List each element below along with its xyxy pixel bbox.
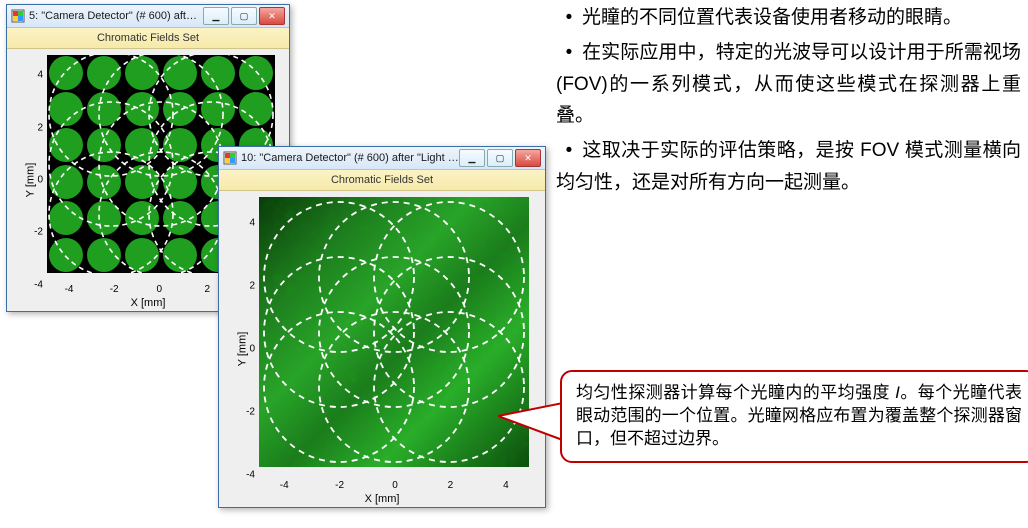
y-tick: -2 [34,227,43,238]
maximize-button[interactable]: ▢ [487,149,513,167]
x-axis-label: X [mm] [365,493,400,505]
x-tick: -2 [335,480,344,491]
x-tick: -4 [65,284,74,295]
minimize-button[interactable]: ▁ [203,7,229,25]
window-buttons: ▁ ▢ ✕ [459,149,541,167]
bullet-icon: • [556,135,582,166]
y-axis-label: Y [mm] [236,332,248,367]
plot-title: Chromatic Fields Set [7,27,289,49]
callout-var-I: I [890,383,900,402]
y-axis: Y [mm] 4 2 0 -2 -4 [219,191,257,507]
bullet-3: 这取决于实际的评估策略，是按 FOV 模式测量横向均匀性，还是对所有方向一起测量… [556,140,1021,192]
titlebar-1[interactable]: 5: "Camera Detector" (# 600) after "Ligh… [7,5,289,27]
y-axis: Y [mm] 4 2 0 -2 -4 [7,49,45,311]
x-tick: 0 [156,284,162,295]
bullet-1: 光瞳的不同位置代表设备使用者移动的眼睛。 [582,7,962,28]
app-icon [11,9,25,23]
close-button[interactable]: ✕ [259,7,285,25]
plot-title: Chromatic Fields Set [219,169,545,191]
minimize-button[interactable]: ▁ [459,149,485,167]
y-tick: 4 [249,217,255,228]
y-tick: 0 [249,344,255,355]
x-tick: -4 [280,480,289,491]
x-tick: 2 [204,284,210,295]
callout-text-a: 均匀性探测器计算每个光瞳内的平均强度 [576,383,890,402]
x-tick: 2 [448,480,454,491]
bullet-icon: • [556,37,582,68]
plot-area-2[interactable]: Y [mm] 4 2 0 -2 -4 -4 -2 0 2 4 [219,191,545,507]
titlebar-2[interactable]: 10: "Camera Detector" (# 600) after "Lig… [219,147,545,169]
y-tick: 0 [37,175,43,186]
window-title: 5: "Camera Detector" (# 600) after "Ligh… [29,10,203,22]
bullet-2: 在实际应用中，特定的光波导可以设计用于所需视场(FOV)的一系列模式，从而使这些… [556,42,1021,126]
x-axis-label: X [mm] [131,297,166,309]
y-tick: -2 [246,407,255,418]
window-title: 10: "Camera Detector" (# 600) after "Lig… [241,152,459,164]
description-text: •光瞳的不同位置代表设备使用者移动的眼睛。 •在实际应用中，特定的光波导可以设计… [556,2,1021,202]
plot-canvas-2 [259,197,529,467]
y-axis-label: Y [mm] [24,163,36,198]
y-tick: 4 [37,70,43,81]
window-buttons: ▁ ▢ ✕ [203,7,285,25]
y-tick: 2 [249,280,255,291]
callout-box: 均匀性探测器计算每个光瞳内的平均强度 I。每个光瞳代表眼动范围的一个位置。光瞳网… [560,370,1028,463]
panel-window-2: 10: "Camera Detector" (# 600) after "Lig… [218,146,546,508]
x-tick: -2 [110,284,119,295]
app-icon [223,151,237,165]
maximize-button[interactable]: ▢ [231,7,257,25]
x-axis: -4 -2 0 2 4 X [mm] [219,475,545,507]
x-tick: 4 [503,480,509,491]
close-button[interactable]: ✕ [515,149,541,167]
y-tick: 2 [37,122,43,133]
bullet-icon: • [556,2,582,33]
x-tick: 0 [392,480,398,491]
